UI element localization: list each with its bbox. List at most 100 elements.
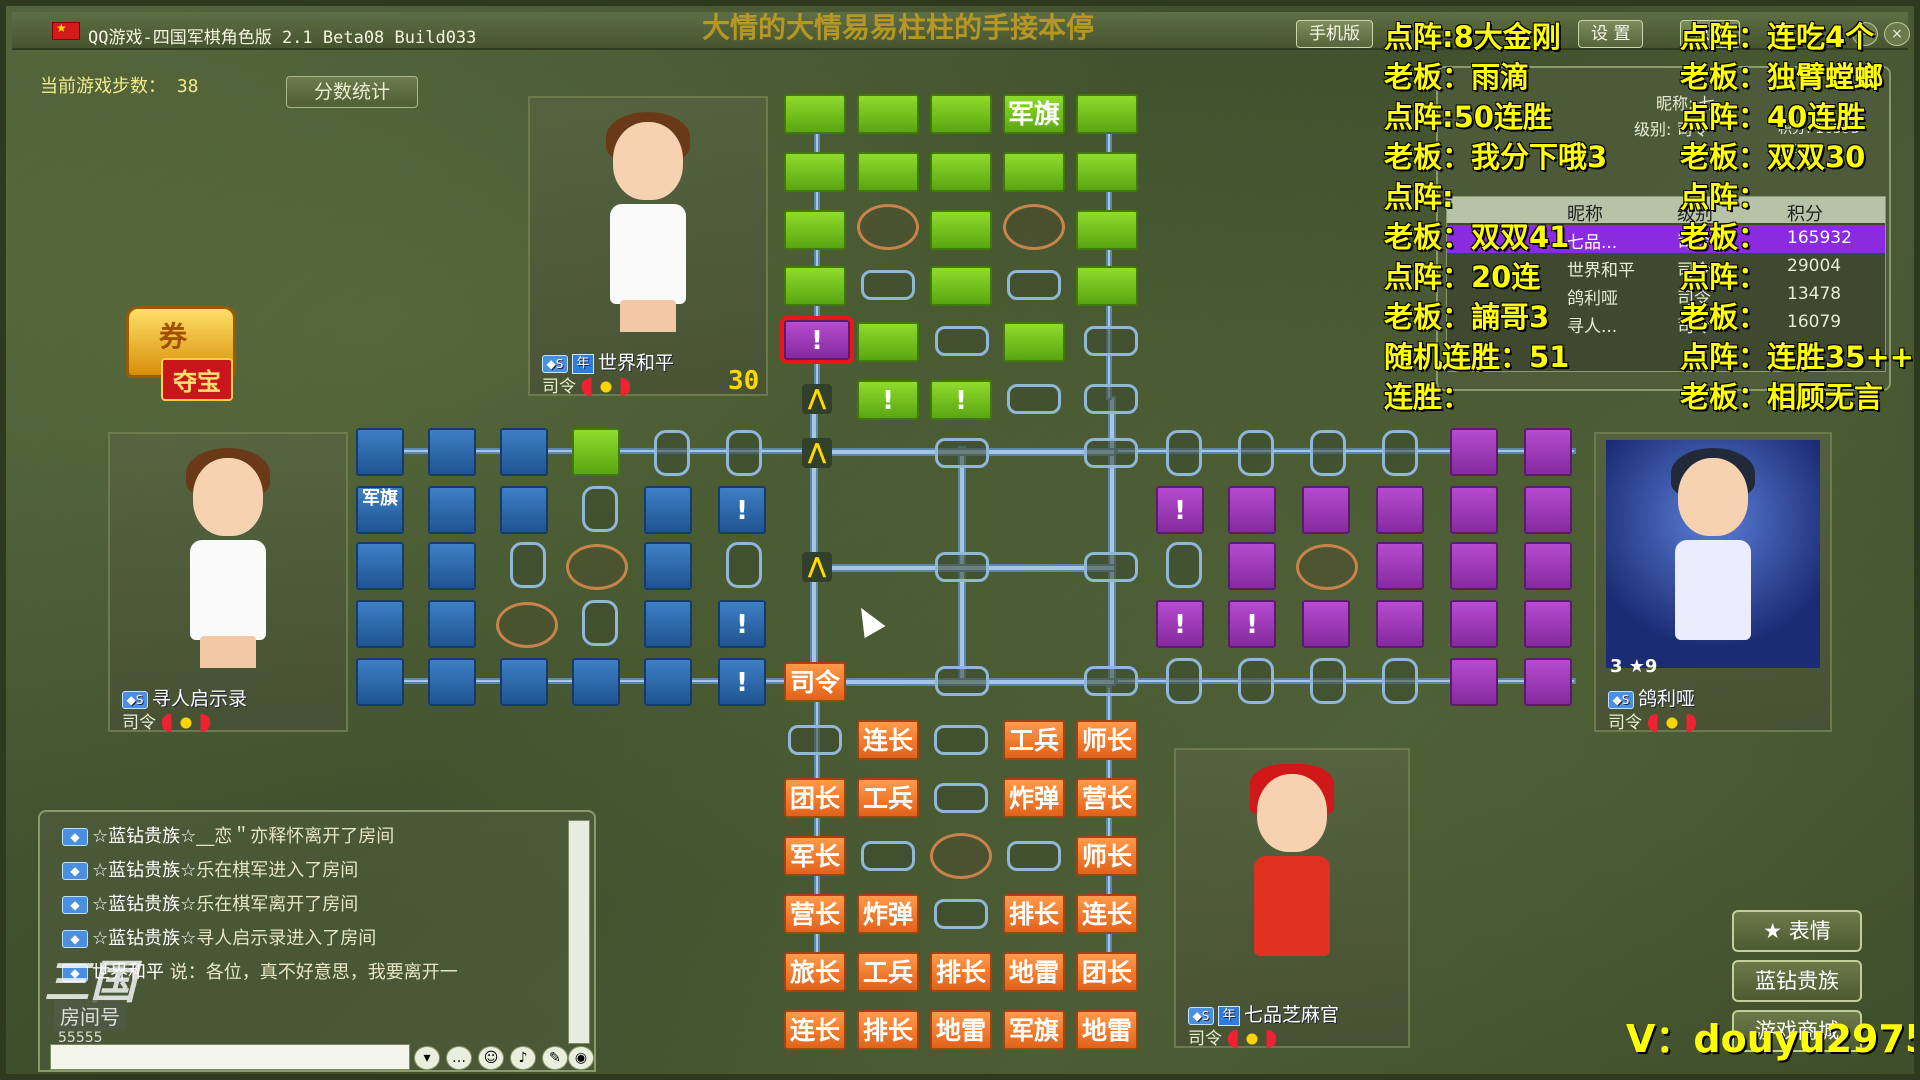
orange-piece[interactable]: 排长 (930, 952, 992, 992)
blue-piece[interactable]: ! (718, 658, 766, 706)
player-panel-right[interactable]: 3 ★9 ◆S 鸽利哑 司令 (1594, 432, 1832, 733)
purple-piece[interactable] (1450, 542, 1498, 590)
smiley-icon[interactable]: ☺ (478, 1046, 504, 1070)
green-piece[interactable] (1076, 210, 1138, 250)
orange-piece[interactable]: 地雷 (930, 1010, 992, 1050)
purple-piece[interactable] (1228, 542, 1276, 590)
orange-piece[interactable]: 团长 (784, 778, 846, 818)
board-node[interactable] (726, 430, 762, 476)
green-piece[interactable] (1003, 322, 1065, 362)
blue-piece[interactable] (356, 428, 404, 476)
orange-commander-piece[interactable]: 司令 (784, 662, 846, 702)
green-piece[interactable] (1076, 266, 1138, 306)
board-node[interactable] (1084, 326, 1138, 356)
blue-piece[interactable]: ! (718, 600, 766, 648)
green-piece[interactable] (1003, 152, 1065, 192)
chat-scrollbar[interactable] (568, 820, 590, 1044)
globe-icon[interactable]: ◉ (568, 1046, 594, 1070)
purple-piece[interactable] (1450, 600, 1498, 648)
board-node[interactable] (1007, 270, 1061, 300)
orange-piece[interactable]: 炸弹 (1003, 778, 1065, 818)
green-piece[interactable] (930, 152, 992, 192)
board-node[interactable] (582, 486, 618, 532)
blue-piece[interactable] (500, 428, 548, 476)
board-node[interactable] (510, 542, 546, 588)
speech-bubble-icon[interactable]: … (446, 1046, 472, 1070)
purple-piece[interactable] (1376, 486, 1424, 534)
blue-piece[interactable] (428, 428, 476, 476)
orange-piece[interactable]: 师长 (1076, 836, 1138, 876)
board-node[interactable] (861, 270, 915, 300)
vip-button[interactable]: 蓝钻贵族 (1732, 960, 1862, 1002)
board-node[interactable] (935, 666, 989, 696)
board-node[interactable] (935, 552, 989, 582)
green-piece[interactable] (930, 266, 992, 306)
board-node[interactable] (1084, 384, 1138, 414)
purple-piece[interactable]: ! (1228, 600, 1276, 648)
mobile-button[interactable]: 手机版 (1296, 20, 1373, 48)
green-piece[interactable] (784, 94, 846, 134)
blue-piece[interactable] (644, 542, 692, 590)
board-node[interactable] (1084, 666, 1138, 696)
board-node[interactable] (935, 326, 989, 356)
camp[interactable] (566, 544, 628, 590)
green-piece[interactable] (930, 94, 992, 134)
green-piece[interactable] (784, 266, 846, 306)
chat-input[interactable] (50, 1044, 410, 1070)
blue-piece[interactable] (500, 658, 548, 706)
green-piece[interactable] (857, 94, 919, 134)
settings-button[interactable]: 设 置 (1578, 20, 1644, 48)
chat-sender[interactable]: ☆蓝钻贵族☆ (92, 860, 196, 881)
green-piece[interactable]: ! (930, 380, 992, 420)
player-panel-top[interactable]: ◆S 年世界和平 司令 30 (528, 96, 768, 397)
blue-piece[interactable] (644, 600, 692, 648)
green-piece[interactable] (857, 322, 919, 362)
purple-piece[interactable] (1228, 486, 1276, 534)
camp[interactable] (1296, 544, 1358, 590)
board-node[interactable] (788, 725, 842, 755)
board-node[interactable] (1084, 552, 1138, 582)
green-piece[interactable] (784, 210, 846, 250)
board-node[interactable] (1238, 658, 1274, 704)
green-piece[interactable] (1076, 94, 1138, 134)
board-node[interactable] (654, 430, 690, 476)
orange-piece[interactable]: 炸弹 (857, 894, 919, 934)
purple-piece[interactable]: ! (1156, 600, 1204, 648)
purple-piece[interactable] (1302, 600, 1350, 648)
purple-piece[interactable] (1376, 600, 1424, 648)
board-node[interactable] (935, 438, 989, 468)
player-panel-left[interactable]: ◆S 寻人启示录 司令 (108, 432, 348, 733)
orange-piece[interactable]: 营长 (1076, 778, 1138, 818)
orange-piece[interactable]: 连长 (784, 1010, 846, 1050)
board-node[interactable] (1166, 542, 1202, 588)
orange-piece[interactable]: 地雷 (1003, 952, 1065, 992)
orange-piece[interactable]: 连长 (857, 720, 919, 760)
blue-piece[interactable] (428, 658, 476, 706)
purple-piece[interactable] (1302, 486, 1350, 534)
purple-piece[interactable] (1524, 600, 1572, 648)
board-node[interactable] (934, 783, 988, 813)
green-piece[interactable] (930, 210, 992, 250)
camp[interactable] (1003, 204, 1065, 250)
board-node[interactable] (1310, 430, 1346, 476)
score-stats-button[interactable]: 分数统计 (286, 76, 418, 108)
orange-piece[interactable]: 连长 (1076, 894, 1138, 934)
purple-piece[interactable] (1524, 486, 1572, 534)
purple-piece[interactable] (1450, 486, 1498, 534)
orange-piece[interactable]: 排长 (857, 1010, 919, 1050)
chat-sender[interactable]: ☆蓝钻贵族☆ (92, 894, 196, 915)
blue-piece[interactable] (644, 658, 692, 706)
orange-piece[interactable]: 地雷 (1076, 1010, 1138, 1050)
selected-purple-piece[interactable]: ! (780, 316, 854, 364)
board-node[interactable] (934, 899, 988, 929)
blue-piece[interactable] (428, 600, 476, 648)
board-node[interactable] (1084, 438, 1138, 468)
orange-piece[interactable]: 团长 (1076, 952, 1138, 992)
purple-piece[interactable] (1450, 658, 1498, 706)
board-node[interactable] (1007, 841, 1061, 871)
blue-piece[interactable] (428, 486, 476, 534)
orange-piece[interactable]: 师长 (1076, 720, 1138, 760)
orange-piece[interactable]: 旅长 (784, 952, 846, 992)
green-piece[interactable] (572, 428, 620, 476)
player-panel-bottom[interactable]: ◆S 年七品芝麻官 司令 (1174, 748, 1410, 1049)
